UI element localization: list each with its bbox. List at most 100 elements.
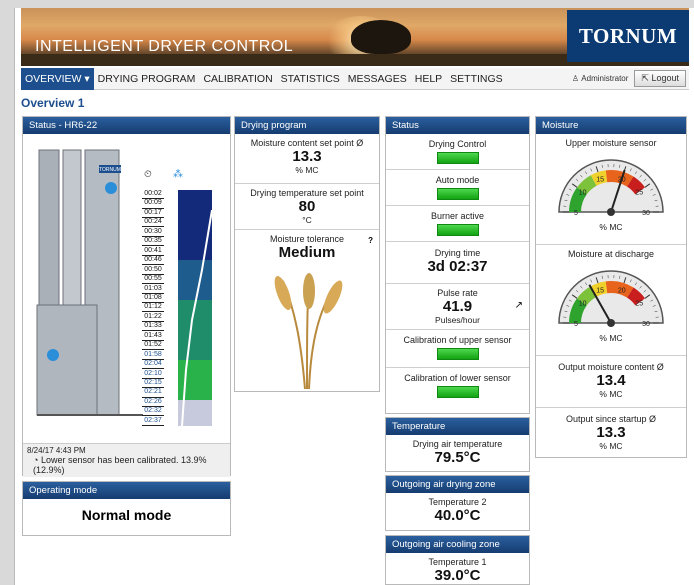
time-row: 01:43 <box>142 332 164 341</box>
panel-title: Outgoing air cooling zone <box>386 536 529 553</box>
outgoing-cooling-value: 39.0°C <box>434 567 481 584</box>
drying-time: Drying time 3d 02:37 <box>386 242 529 284</box>
gauge-tick-label: 25 <box>635 189 643 196</box>
gauge-tick-label: 10 <box>579 189 587 196</box>
status-dryer-panel: Status - HR6-22 TORNUM ⏲ ⁂ 00:02 00:09 0… <box>22 116 231 477</box>
nav-drying-program[interactable]: DRYING PROGRAM <box>94 68 200 90</box>
nav-calibration[interactable]: CALIBRATION <box>199 68 276 90</box>
outgoing-cooling-label: Temperature 1 <box>428 557 487 567</box>
fan-icon <box>47 349 59 361</box>
main-nav: OVERVIEW ▾ DRYING PROGRAM CALIBRATION ST… <box>21 67 689 90</box>
time-row: 00:46 <box>142 256 164 266</box>
time-row: 00:02 <box>142 190 164 200</box>
message-box: 8/24/17 4:43 PM ◔ Lower sensor has been … <box>23 443 230 477</box>
panel-title: Moisture <box>536 117 686 134</box>
drying-program-panel: Drying program Moisture content set poin… <box>234 116 380 392</box>
time-moisture-table: 00:02 00:09 00:17 00:24 00:30 00:35 00:41 00:46… <box>142 190 212 426</box>
outgoing-drying-panel: Outgoing air drying zone Temperature 2 4… <box>385 475 530 531</box>
message-time: 8/24/17 4:43 PM <box>27 446 86 455</box>
time-row: 02:37 <box>142 417 164 426</box>
time-row: 01:33 <box>142 322 164 332</box>
moisture-drops-icon: ⁂ <box>173 168 183 180</box>
app-title: INTELLIGENT DRYER CONTROL <box>35 38 294 55</box>
gauge-tick-label: 10 <box>579 300 587 307</box>
status-indicator <box>436 386 479 398</box>
logout-icon: ⇱ <box>641 73 649 83</box>
time-row: 00:41 <box>142 247 164 256</box>
time-row: 00:55 <box>142 275 164 285</box>
status-panel: Status Drying Control Auto mode Burner a… <box>385 116 530 414</box>
user-area: ♙ Administrator ⇱ Logout <box>572 70 689 87</box>
nav-statistics[interactable]: STATISTICS <box>277 68 344 90</box>
time-row: 00:50 <box>142 266 164 275</box>
status-indicator <box>436 152 479 164</box>
moisture-setpoint: Moisture content set point Ø 13.3 % MC <box>235 134 379 184</box>
drying-control-status: Drying Control <box>386 134 529 170</box>
time-row: 01:08 <box>142 294 164 304</box>
panel-title: Status <box>386 117 529 134</box>
tornum-logo: TORNUM <box>567 10 689 62</box>
auto-mode-status: Auto mode <box>386 170 529 206</box>
user-icon: ♙ <box>571 74 580 83</box>
time-row: 01:52 <box>142 341 164 351</box>
panel-title: Status - HR6-22 <box>23 117 230 134</box>
user-name: Administrator <box>581 74 629 83</box>
info-icon: ◔ <box>33 455 39 465</box>
outgoing-drying-value: 40.0°C <box>434 507 481 524</box>
gauge-hub <box>607 319 615 327</box>
operating-mode-panel: Operating mode Normal mode <box>22 481 231 536</box>
time-row: 02:21 <box>142 388 164 398</box>
time-row: 01:03 <box>142 285 164 294</box>
gauge-tick-label: 5 <box>574 210 578 217</box>
gauge-tick-label: 15 <box>596 288 604 295</box>
time-row: 02:32 <box>142 407 164 417</box>
time-row: 02:15 <box>142 379 164 389</box>
status-indicator <box>436 224 479 236</box>
panel-title: Temperature <box>386 418 529 435</box>
burner-active-status: Burner active <box>386 206 529 242</box>
operating-mode-value: Normal mode <box>81 507 172 523</box>
time-row: 01:12 <box>142 303 164 313</box>
pulse-rate: Pulse rate 41.9 Pulses/hour ↗ <box>386 284 529 330</box>
gauge-tick-label: 30 <box>642 321 650 328</box>
time-row: 00:17 <box>142 209 164 218</box>
time-row: 00:24 <box>142 218 164 228</box>
discharge-moisture-gauge: Moisture at discharge 5 10 15 20 25 30 % MC <box>536 245 686 356</box>
clock-icon: ⏲ <box>144 169 152 180</box>
temperature-panel: Temperature Drying air temperature 79.5°… <box>385 417 530 472</box>
calibration-upper-status: Calibration of upper sensor <box>386 330 529 368</box>
calibration-lower-status: Calibration of lower sensor <box>386 368 529 406</box>
fan-icon <box>105 182 117 194</box>
time-row: 02:10 <box>142 370 164 379</box>
header-banner: INTELLIGENT DRYER CONTROL TORNUM <box>21 8 689 66</box>
nav-messages[interactable]: MESSAGES <box>344 68 411 90</box>
trend-arrow-icon: ↗ <box>514 300 523 311</box>
logout-button[interactable]: ⇱ Logout <box>634 70 686 87</box>
time-row: 02:04 <box>142 360 164 370</box>
gauge-dial: 51015202530 <box>558 159 664 217</box>
gauge-dial: 51015202530 <box>558 270 664 328</box>
temperature-value: 79.5°C <box>434 449 481 466</box>
time-row: 00:09 <box>142 199 164 209</box>
output-since-startup: Output since startup Ø 13.3 % MC <box>565 414 657 451</box>
gauge-tick-label: 25 <box>635 300 643 307</box>
upper-moisture-gauge: Upper moisture sensor 51015202530 % MC <box>536 134 686 245</box>
moisture-panel: Moisture Upper moisture sensor 510152025… <box>535 116 687 458</box>
outgoing-drying-label: Temperature 2 <box>428 497 487 507</box>
temp-setpoint: Drying temperature set point 80 °C <box>235 184 379 230</box>
help-icon[interactable]: ? <box>368 236 373 245</box>
nav-settings[interactable]: SETTINGS <box>446 68 507 90</box>
status-indicator <box>436 188 479 200</box>
page-title: Overview 1 <box>21 96 85 110</box>
dryer-label: TORNUM <box>99 167 121 173</box>
time-row: 00:30 <box>142 228 164 237</box>
time-row: 01:22 <box>142 313 164 322</box>
time-row: 01:58 <box>142 351 164 360</box>
outgoing-cooling-panel: Outgoing air cooling zone Temperature 1 … <box>385 535 530 585</box>
message-text: Lower sensor has been calibrated. 13.9% … <box>33 455 207 475</box>
nav-overview[interactable]: OVERVIEW ▾ <box>21 67 94 90</box>
gauge-tick-label: 20 <box>618 288 626 295</box>
nav-help[interactable]: HELP <box>411 68 446 90</box>
output-moisture-content: Output moisture content Ø 13.4 % MC <box>536 356 686 408</box>
tree-silhouette <box>351 20 411 54</box>
